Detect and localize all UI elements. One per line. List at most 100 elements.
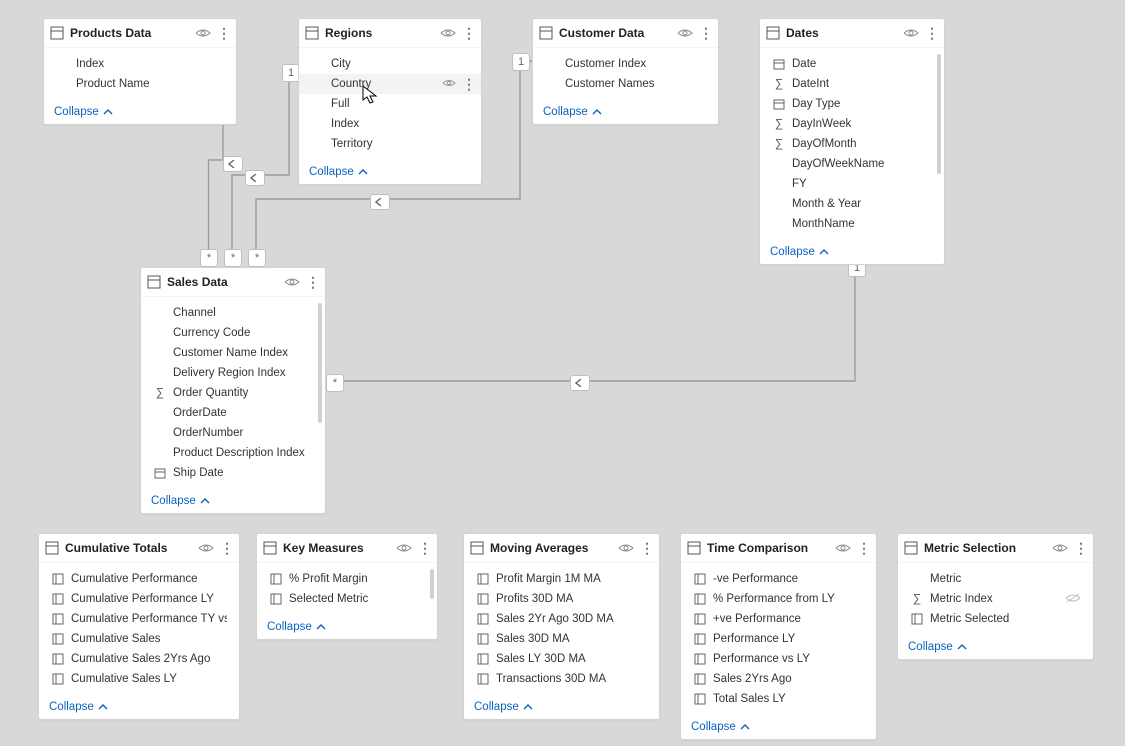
field-row[interactable]: Country ⋮: [299, 74, 481, 94]
visibility-icon[interactable]: [440, 27, 456, 39]
visibility-icon[interactable]: [442, 78, 456, 91]
visibility-icon[interactable]: [835, 542, 851, 554]
table-dates[interactable]: Dates ⋮ Date ∑DateInt Day Type ∑DayInWee…: [759, 18, 945, 265]
visibility-icon[interactable]: [396, 542, 412, 554]
more-icon[interactable]: ⋮: [220, 541, 233, 555]
field-row[interactable]: Customer Names: [533, 74, 718, 94]
scrollbar[interactable]: [430, 569, 434, 599]
collapse-link[interactable]: Collapse: [44, 100, 236, 124]
model-canvas[interactable]: 1 1 1 1 * * * * Products Data ⋮ Index Pr…: [0, 0, 1125, 746]
field-row[interactable]: +ve Performance: [681, 609, 876, 629]
field-row[interactable]: Product Name: [44, 74, 236, 94]
field-row[interactable]: ∑Order Quantity: [141, 383, 325, 403]
visibility-icon[interactable]: [198, 542, 214, 554]
field-row[interactable]: ∑DayInWeek: [760, 114, 944, 134]
field-row[interactable]: OrderDate: [141, 403, 325, 423]
field-row[interactable]: Cumulative Sales 2Yrs Ago: [39, 649, 239, 669]
field-row[interactable]: Month & Year: [760, 194, 944, 214]
field-row[interactable]: Sales 2Yr Ago 30D MA: [464, 609, 659, 629]
collapse-link[interactable]: Collapse: [681, 715, 876, 739]
more-icon[interactable]: ⋮: [857, 541, 870, 555]
field-row[interactable]: Profits 30D MA: [464, 589, 659, 609]
field-row[interactable]: OrderNumber: [141, 423, 325, 443]
collapse-link[interactable]: Collapse: [760, 240, 944, 264]
scrollbar[interactable]: [318, 303, 322, 423]
table-products-data[interactable]: Products Data ⋮ Index Product Name Colla…: [43, 18, 237, 125]
table-cumulative-totals[interactable]: Cumulative Totals ⋮ Cumulative Performan…: [38, 533, 240, 720]
field-row[interactable]: City: [299, 54, 481, 74]
visibility-icon[interactable]: [195, 27, 211, 39]
field-row[interactable]: Sales 30D MA: [464, 629, 659, 649]
field-row[interactable]: Day Type: [760, 94, 944, 114]
collapse-link[interactable]: Collapse: [299, 160, 481, 184]
table-customer-data[interactable]: Customer Data ⋮ Customer Index Customer …: [532, 18, 719, 125]
collapse-link[interactable]: Collapse: [257, 615, 437, 639]
field-row[interactable]: Index: [299, 114, 481, 134]
field-row[interactable]: ∑DayOfMonth: [760, 134, 944, 154]
field-row[interactable]: -ve Performance: [681, 569, 876, 589]
field-row[interactable]: % Performance from LY: [681, 589, 876, 609]
field-row[interactable]: Total Sales LY: [681, 689, 876, 709]
more-icon[interactable]: ⋮: [217, 26, 230, 40]
field-row[interactable]: % Profit Margin: [257, 569, 437, 589]
field-row[interactable]: Cumulative Sales: [39, 629, 239, 649]
more-icon[interactable]: ⋮: [462, 77, 475, 91]
collapse-link[interactable]: Collapse: [141, 489, 325, 513]
field-row[interactable]: Selected Metric: [257, 589, 437, 609]
field-row[interactable]: Channel: [141, 303, 325, 323]
visibility-icon[interactable]: [284, 276, 300, 288]
visibility-icon[interactable]: [1052, 542, 1068, 554]
table-regions[interactable]: Regions ⋮ City Country ⋮ Full Index Terr…: [298, 18, 482, 185]
table-metric-selection[interactable]: Metric Selection ⋮ Metric ∑Metric Index …: [897, 533, 1094, 660]
field-row[interactable]: FY: [760, 174, 944, 194]
field-row[interactable]: Date: [760, 54, 944, 74]
table-time-comparison[interactable]: Time Comparison ⋮ -ve Performance % Perf…: [680, 533, 877, 740]
field-row[interactable]: MonthName: [760, 214, 944, 234]
more-icon[interactable]: ⋮: [306, 275, 319, 289]
more-icon[interactable]: ⋮: [418, 541, 431, 555]
more-icon[interactable]: ⋮: [699, 26, 712, 40]
collapse-link[interactable]: Collapse: [898, 635, 1093, 659]
field-row[interactable]: Cumulative Sales LY: [39, 669, 239, 689]
more-icon[interactable]: ⋮: [925, 26, 938, 40]
field-row[interactable]: Cumulative Performance TY vs LY: [39, 609, 239, 629]
field-row[interactable]: Sales 2Yrs Ago: [681, 669, 876, 689]
calendar-icon: [153, 467, 167, 479]
field-row[interactable]: Cumulative Performance LY: [39, 589, 239, 609]
table-key-measures[interactable]: Key Measures ⋮ % Profit Margin Selected …: [256, 533, 438, 640]
field-row[interactable]: Customer Index: [533, 54, 718, 74]
visibility-icon[interactable]: [618, 542, 634, 554]
more-icon[interactable]: ⋮: [1074, 541, 1087, 555]
field-row[interactable]: Transactions 30D MA: [464, 669, 659, 689]
field-row[interactable]: Delivery Region Index: [141, 363, 325, 383]
field-row[interactable]: Metric Selected: [898, 609, 1093, 629]
field-row[interactable]: Profit Margin 1M MA: [464, 569, 659, 589]
field-row[interactable]: Metric: [898, 569, 1093, 589]
table-sales-data[interactable]: Sales Data ⋮ Channel Currency Code Custo…: [140, 267, 326, 514]
collapse-link[interactable]: Collapse: [533, 100, 718, 124]
more-icon[interactable]: ⋮: [462, 26, 475, 40]
field-row[interactable]: ∑DateInt: [760, 74, 944, 94]
table-moving-averages[interactable]: Moving Averages ⋮ Profit Margin 1M MA Pr…: [463, 533, 660, 720]
more-icon[interactable]: ⋮: [640, 541, 653, 555]
visibility-icon[interactable]: [903, 27, 919, 39]
table-icon: [687, 541, 701, 555]
field-row[interactable]: Territory: [299, 134, 481, 154]
field-row[interactable]: DayOfWeekName: [760, 154, 944, 174]
collapse-link[interactable]: Collapse: [39, 695, 239, 719]
visibility-icon[interactable]: [677, 27, 693, 39]
hidden-icon[interactable]: [1065, 592, 1081, 607]
field-row[interactable]: Currency Code: [141, 323, 325, 343]
field-row[interactable]: Performance vs LY: [681, 649, 876, 669]
field-row[interactable]: Full: [299, 94, 481, 114]
field-row[interactable]: Customer Name Index: [141, 343, 325, 363]
collapse-link[interactable]: Collapse: [464, 695, 659, 719]
field-row[interactable]: Sales LY 30D MA: [464, 649, 659, 669]
field-row[interactable]: Cumulative Performance: [39, 569, 239, 589]
field-row[interactable]: Index: [44, 54, 236, 74]
field-row[interactable]: Ship Date: [141, 463, 325, 483]
scrollbar[interactable]: [937, 54, 941, 174]
field-row[interactable]: Product Description Index: [141, 443, 325, 463]
field-row[interactable]: ∑Metric Index: [898, 589, 1093, 609]
field-row[interactable]: Performance LY: [681, 629, 876, 649]
